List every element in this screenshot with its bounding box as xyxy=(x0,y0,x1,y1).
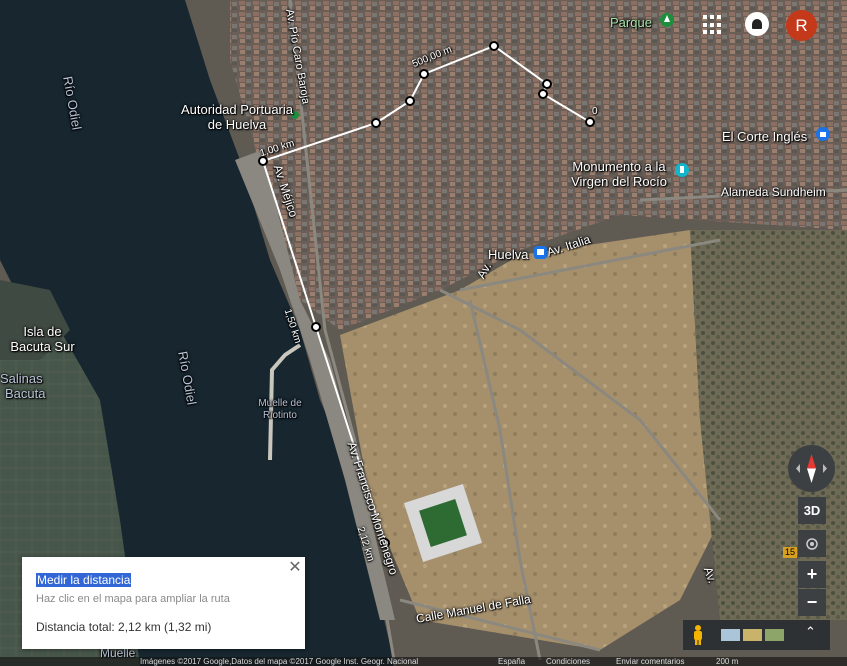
measure-point[interactable] xyxy=(405,96,415,106)
zoom-out-button[interactable]: − xyxy=(798,589,826,616)
attribution-text: Imágenes ©2017 Google,Datos del mapa ©20… xyxy=(140,657,419,666)
muelle-line-2: Riotinto xyxy=(263,410,297,421)
autoridad-line-2: de Huelva xyxy=(207,117,267,132)
account-avatar[interactable]: R xyxy=(786,10,817,41)
salinas-label: Salinas Bacuta xyxy=(0,371,45,401)
terrain-thumbnail[interactable] xyxy=(743,629,762,641)
my-location-icon[interactable] xyxy=(798,530,826,557)
feedback-link[interactable]: Enviar comentarios xyxy=(616,657,684,666)
autoridad-portuaria-label: Autoridad Portuaria de Huelva xyxy=(158,102,316,132)
apps-grid-icon[interactable] xyxy=(703,15,723,35)
measure-point[interactable] xyxy=(371,118,381,128)
measure-hint: Haz clic en el mapa para ampliar la ruta xyxy=(36,593,230,605)
huelva-label[interactable]: Huelva xyxy=(488,247,528,262)
monumento-label[interactable]: Monumento a la Virgen del Rocío xyxy=(566,159,672,189)
compass-icon[interactable] xyxy=(788,445,835,492)
layers-strip: ⌃ xyxy=(683,620,830,650)
measure-label: 0 xyxy=(592,106,598,117)
isla-line-2: Bacuta Sur xyxy=(10,339,75,354)
satellite-thumbnail[interactable] xyxy=(765,629,784,641)
autoridad-line-1: Autoridad Portuaria xyxy=(180,102,293,117)
country-link[interactable]: España xyxy=(498,657,525,666)
attribution-bar: Imágenes ©2017 Google,Datos del mapa ©20… xyxy=(0,657,847,666)
muelle-line-1: Muelle de xyxy=(258,398,302,409)
monumento-marker-icon[interactable] xyxy=(675,163,689,177)
terms-link[interactable]: Condiciones xyxy=(546,657,590,666)
salinas-line-1: Salinas xyxy=(0,371,43,386)
tilt-3d-button[interactable]: 3D xyxy=(798,497,826,524)
measure-point[interactable] xyxy=(419,69,429,79)
measure-distance-panel: Medir la distancia Haz clic en el mapa p… xyxy=(22,557,305,649)
measure-point[interactable] xyxy=(585,117,595,127)
muelle-riotinto-label: Muelle de Riotinto xyxy=(245,398,315,422)
monumento-line-1: Monumento a la xyxy=(572,159,666,174)
salinas-line-2: Bacuta xyxy=(5,386,46,401)
isla-bacuta-label: Isla de Bacuta Sur xyxy=(5,324,80,354)
scale-label[interactable]: 200 m xyxy=(716,657,738,666)
zoom-in-button[interactable]: + xyxy=(798,561,826,588)
parque-marker-icon[interactable] xyxy=(660,13,674,27)
corte-ingles-label[interactable]: El Corte Inglés xyxy=(722,129,807,144)
map-thumbnail[interactable] xyxy=(721,629,740,641)
notifications-icon[interactable] xyxy=(745,12,769,36)
parque-label[interactable]: Parque xyxy=(610,15,652,30)
street-label: Alameda Sundheim xyxy=(721,185,826,199)
pegman-icon[interactable] xyxy=(691,624,705,646)
measure-total: Distancia total: 2,12 km (1,32 mi) xyxy=(36,620,212,634)
measure-title: Medir la distancia xyxy=(36,573,132,587)
measure-point[interactable] xyxy=(538,89,548,99)
road-number-badge: 15 xyxy=(783,547,798,558)
close-icon[interactable]: ✕ xyxy=(286,559,304,577)
chevron-up-icon[interactable]: ⌃ xyxy=(805,624,816,640)
measure-point[interactable] xyxy=(489,41,499,51)
corte-ingles-marker-icon[interactable] xyxy=(816,127,830,141)
measure-point[interactable] xyxy=(311,322,321,332)
monumento-line-2: Virgen del Rocío xyxy=(571,174,667,189)
isla-line-1: Isla de xyxy=(23,324,62,339)
measure-point[interactable] xyxy=(542,79,552,89)
